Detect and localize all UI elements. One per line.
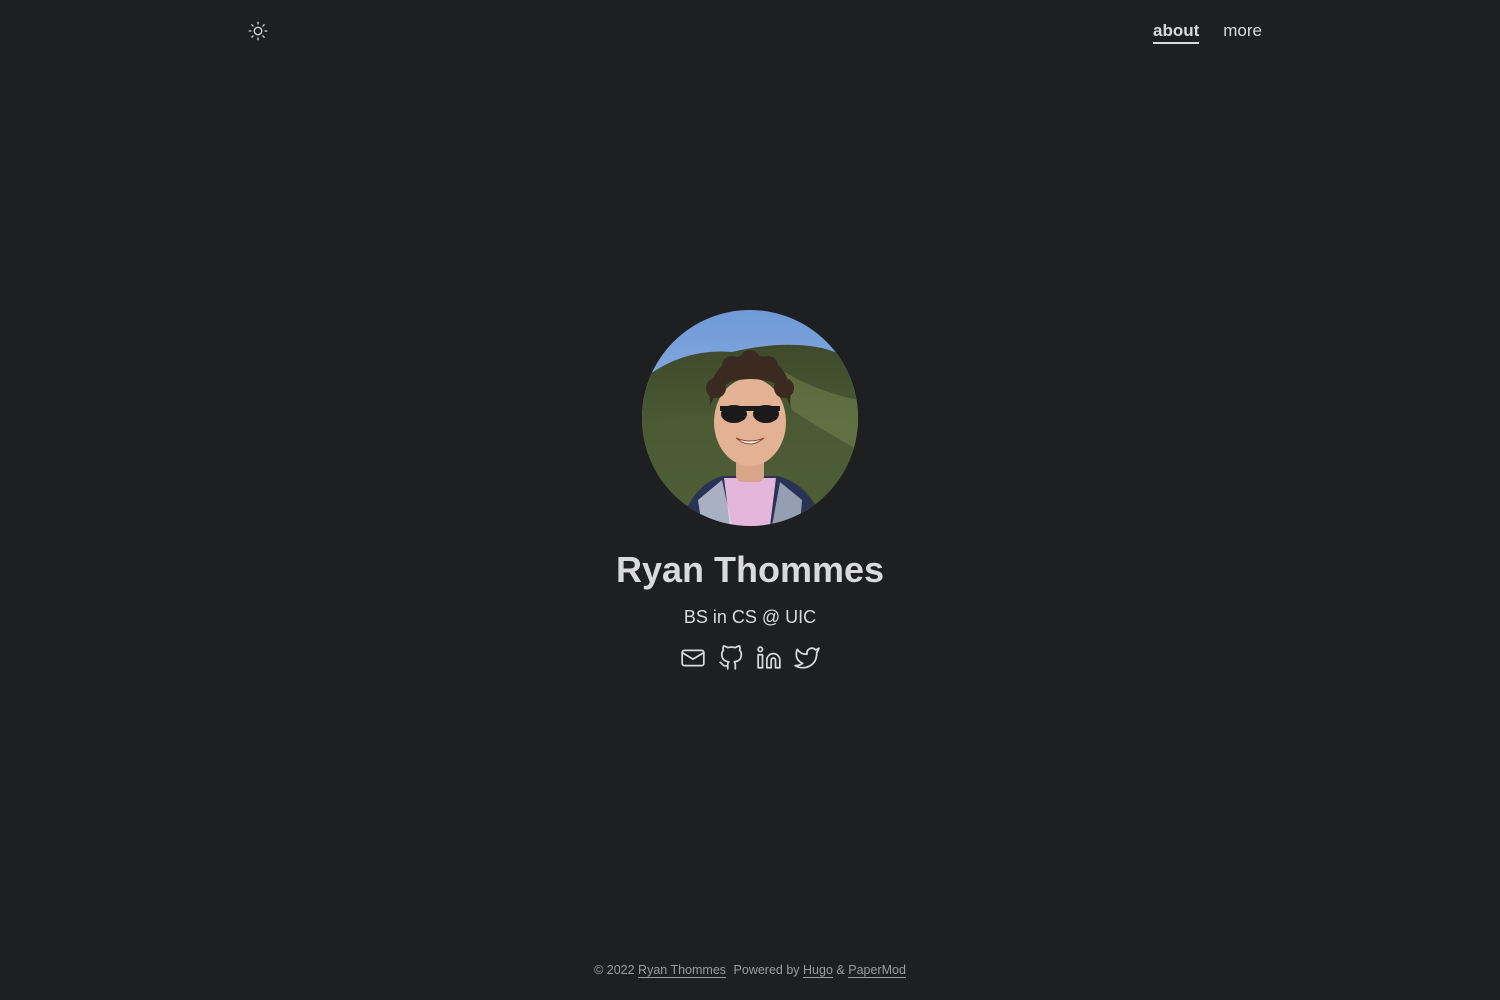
- avatar: [642, 310, 858, 526]
- linkedin-link[interactable]: [756, 645, 782, 671]
- github-icon: [719, 645, 743, 670]
- email-link[interactable]: [680, 645, 706, 671]
- site-footer: © 2022 Ryan Thommes Powered by Hugo & Pa…: [0, 961, 1500, 979]
- main-nav: about more: [1152, 20, 1262, 44]
- profile-photo: [642, 310, 858, 526]
- linkedin-icon: [757, 646, 781, 669]
- profile-subtitle: BS in CS @ UIC: [683, 607, 817, 627]
- papermod-link[interactable]: PaperMod: [848, 963, 906, 978]
- ampersand-text: &: [836, 963, 845, 977]
- theme-toggle-button[interactable]: [246, 19, 270, 43]
- email-icon: [681, 649, 705, 667]
- author-link[interactable]: Ryan Thommes: [638, 963, 727, 978]
- twitter-link[interactable]: [794, 645, 820, 671]
- social-links: [680, 645, 820, 671]
- sun-icon: [248, 21, 268, 41]
- github-link[interactable]: [718, 645, 744, 671]
- twitter-icon: [794, 647, 820, 669]
- nav-link-more[interactable]: more: [1223, 20, 1262, 44]
- page: about more Ryan Thommes BS in CS @ UIC ©…: [0, 0, 1500, 1000]
- hugo-link[interactable]: Hugo: [803, 963, 833, 978]
- profile-name: Ryan Thommes: [615, 549, 885, 590]
- site-header: about more: [238, 0, 1272, 62]
- powered-by-text: Powered by: [733, 963, 800, 977]
- copyright-text: © 2022: [594, 963, 635, 977]
- nav-link-about[interactable]: about: [1152, 20, 1200, 44]
- profile-section: Ryan Thommes BS in CS @ UIC: [0, 310, 1500, 671]
